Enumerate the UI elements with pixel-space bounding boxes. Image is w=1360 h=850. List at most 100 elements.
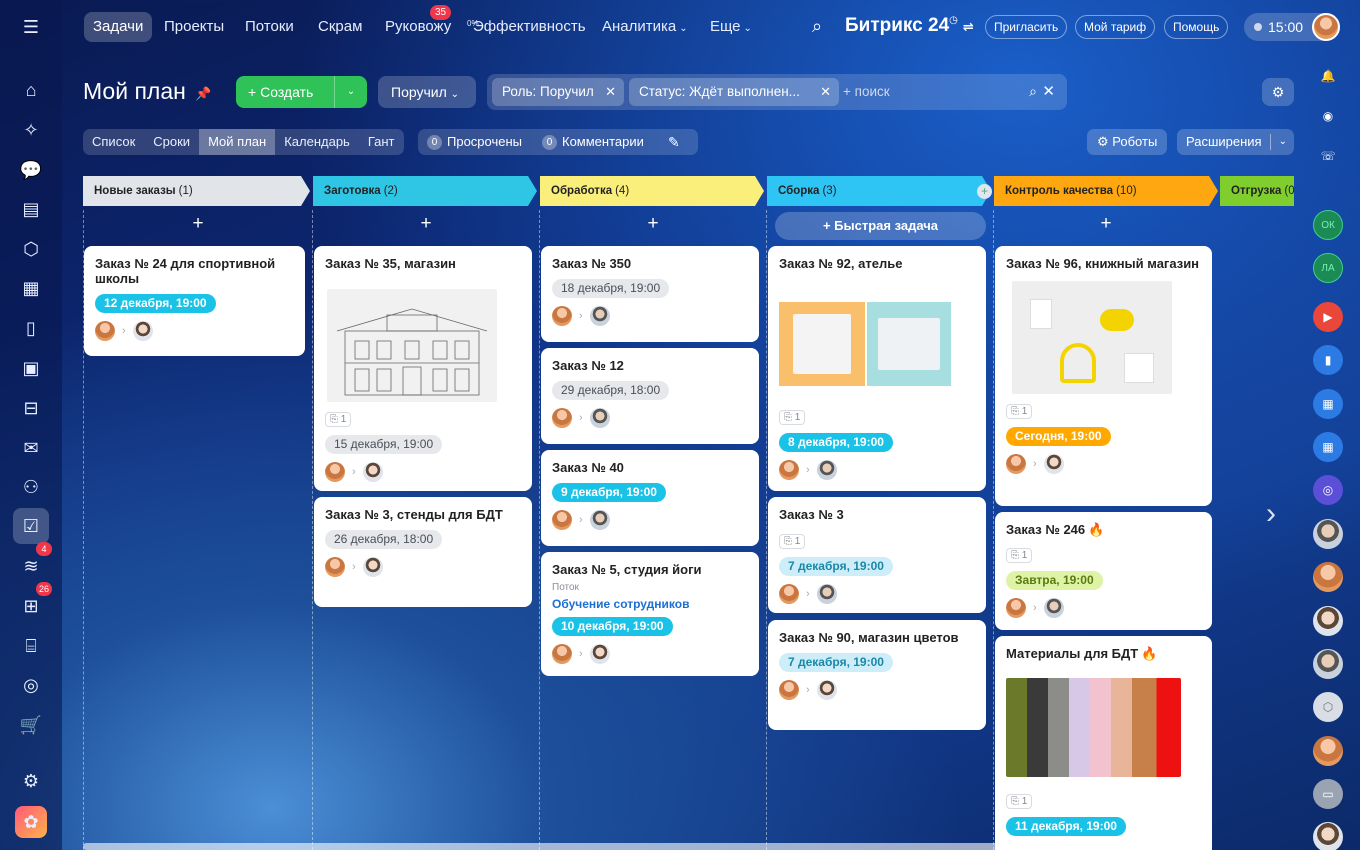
creator-avatar[interactable] [325, 557, 345, 577]
assign-filter-button[interactable]: Поручил ⌄ [378, 76, 476, 108]
nav-scrum[interactable]: Скрам [309, 12, 371, 42]
feed-icon[interactable]: ✧ [13, 112, 49, 148]
tab-list[interactable]: Список [83, 129, 144, 155]
filter-search-box[interactable]: Роль: Поручил ✕ Статус: Ждёт выполнен... ✕… [487, 74, 1067, 110]
calendar-chat-icon-2[interactable]: ▦ [1313, 432, 1343, 462]
attachment-count[interactable]: ⎘ 1 [779, 410, 806, 425]
deadline-badge[interactable]: Сегодня, 19:00 [1006, 427, 1111, 446]
task-image-fabrics[interactable] [1006, 678, 1181, 777]
docs-icon[interactable]: ▤ [13, 191, 49, 227]
deadline-badge[interactable]: 15 декабря, 19:00 [325, 435, 443, 454]
responsible-avatar[interactable] [816, 680, 837, 700]
filter-chip-status[interactable]: Статус: Ждёт выполнен... ✕ [629, 78, 839, 106]
deadline-badge[interactable]: 12 декабря, 19:00 [95, 294, 216, 313]
overdue-counter[interactable]: 0 Просрочены [427, 129, 522, 155]
chevron-down-icon[interactable]: ⌄ [1279, 129, 1287, 155]
task-card[interactable]: Заказ № 96, книжный магазин ⎘ 1 Сегодня,… [995, 246, 1212, 506]
drive-icon[interactable]: ⬡ [13, 231, 49, 267]
task-card[interactable]: Заказ № 35, магазин ⎘ 1 15 декабря, 19:0… [314, 246, 532, 491]
add-task-plus[interactable]: + [638, 214, 668, 234]
creator-avatar[interactable] [325, 462, 345, 482]
card-icon[interactable]: ▭ [1313, 779, 1343, 809]
deadline-badge[interactable]: 11 декабря, 19:00 [1006, 817, 1126, 836]
gear-icon[interactable]: ⚙ [1262, 78, 1294, 106]
group-chat-icon[interactable]: ◎ [1313, 475, 1343, 505]
nav-analytics[interactable]: Аналитика ⌄ [593, 12, 697, 42]
close-icon[interactable]: ✕ [605, 78, 616, 106]
task-image-brochure[interactable] [779, 302, 865, 386]
invite-button[interactable]: Пригласить [985, 15, 1068, 39]
task-card[interactable]: Заказ № 350 18 декабря, 19:00 › [541, 246, 759, 342]
target-icon[interactable]: ◎ [13, 667, 49, 703]
extensions-button[interactable]: Расширения ⌄ [1177, 129, 1294, 155]
scroll-right-arrow-icon[interactable]: › [1266, 497, 1276, 531]
responsible-avatar[interactable] [816, 460, 837, 480]
home-icon[interactable]: ⌂ [13, 72, 49, 108]
deadline-badge[interactable]: Завтра, 19:00 [1006, 571, 1103, 590]
creator-avatar[interactable] [1006, 598, 1026, 618]
responsible-avatar[interactable] [362, 462, 383, 482]
add-task-plus[interactable]: + [1091, 214, 1121, 234]
inbox-icon[interactable]: ⊟ [13, 390, 49, 426]
contact-avatar[interactable] [1313, 562, 1343, 592]
comments-counter[interactable]: 0 Комментарии [542, 129, 644, 155]
attachment-count[interactable]: ⎘ 1 [779, 534, 806, 549]
nav-manage[interactable]: Руковожу 35 [376, 5, 460, 42]
responsible-avatar[interactable] [589, 408, 610, 428]
funnel-icon[interactable]: ≋ 4 [13, 542, 52, 584]
task-card[interactable]: Заказ № 24 для спортивной школы 12 декаб… [84, 246, 305, 356]
close-icon[interactable]: ✕ [1042, 82, 1055, 100]
calendar-icon[interactable]: ▦ [13, 270, 49, 306]
creator-avatar[interactable] [779, 584, 799, 604]
deadline-badge[interactable]: 9 декабря, 19:00 [552, 483, 666, 502]
robots-button[interactable]: ⚙ Роботы [1087, 129, 1167, 155]
creator-avatar[interactable] [779, 680, 799, 700]
column-header-shipping[interactable]: Отгрузка(0) [1220, 176, 1294, 206]
task-card[interactable]: Материалы для БДТ 🔥 ⎘ 1 11 декабря, 19:00 [995, 636, 1212, 850]
attachment-count[interactable]: ⎘ 1 [1006, 404, 1033, 419]
attachment-count[interactable]: ⎘ 1 [325, 412, 352, 427]
responsible-avatar[interactable] [132, 321, 153, 341]
column-header-prep[interactable]: Заготовка (2) [313, 176, 537, 206]
task-card[interactable]: Заказ № 3 ⎘ 1 7 декабря, 19:00 › [768, 497, 986, 613]
add-task-plus[interactable]: + [411, 214, 441, 234]
add-task-plus[interactable]: + [183, 214, 213, 234]
search-icon[interactable]: ⌕ [1029, 83, 1037, 100]
column-header-assembly[interactable]: Сборка (3) [767, 176, 991, 206]
board-icon[interactable]: ⊞ 26 [13, 582, 52, 624]
task-image-brochure-2[interactable] [867, 302, 951, 386]
team-icon[interactable]: ⚇ [13, 469, 49, 505]
copilot-icon[interactable]: ◉ [1313, 101, 1343, 131]
contact-avatar[interactable] [1313, 649, 1343, 679]
video-call-icon[interactable]: ▶ [1313, 302, 1343, 332]
flow-link[interactable]: Обучение сотрудников [552, 597, 749, 611]
creator-avatar[interactable] [95, 321, 115, 341]
contact-avatar[interactable] [1313, 736, 1343, 766]
tariff-button[interactable]: Мой тариф [1075, 15, 1156, 39]
support-icon[interactable]: ☏ [1313, 141, 1343, 171]
mail-icon[interactable]: ✉ [13, 430, 49, 466]
contact-avatar[interactable] [1313, 519, 1343, 549]
creator-avatar[interactable] [1006, 454, 1026, 474]
pin-icon[interactable]: 📌 [195, 86, 211, 102]
cart-icon[interactable]: 🛒 [13, 707, 49, 743]
deadline-badge[interactable]: 8 декабря, 19:00 [779, 433, 893, 452]
webinar-icon[interactable]: ▣ [13, 350, 49, 386]
contact-avatar[interactable] [1313, 606, 1343, 636]
deadline-badge[interactable]: 18 декабря, 19:00 [552, 279, 670, 298]
menu-icon[interactable]: ☰ [13, 9, 49, 45]
task-card[interactable]: Заказ № 92, ателье ⎘ 1 8 декабря, 19:00 … [768, 246, 986, 491]
creator-avatar[interactable] [552, 408, 572, 428]
responsible-avatar[interactable] [816, 584, 837, 604]
creator-avatar[interactable] [552, 306, 572, 326]
task-card[interactable]: Заказ № 5, студия йоги Поток Обучение со… [541, 552, 759, 676]
task-card[interactable]: Заказ № 40 9 декабря, 19:00 › [541, 450, 759, 546]
tab-my-plan[interactable]: Мой план [199, 129, 276, 155]
close-icon[interactable]: ✕ [820, 78, 831, 106]
chat-icon[interactable]: 💬 [13, 152, 49, 188]
task-card[interactable]: Заказ № 246 🔥 ⎘ 1 Завтра, 19:00 › [995, 512, 1212, 630]
tab-gantt[interactable]: Гант [359, 129, 404, 155]
nav-more[interactable]: Еще ⌄ [701, 12, 761, 42]
search-input[interactable]: + поиск [843, 84, 890, 99]
column-header-new[interactable]: Новые заказы (1) [83, 176, 310, 206]
